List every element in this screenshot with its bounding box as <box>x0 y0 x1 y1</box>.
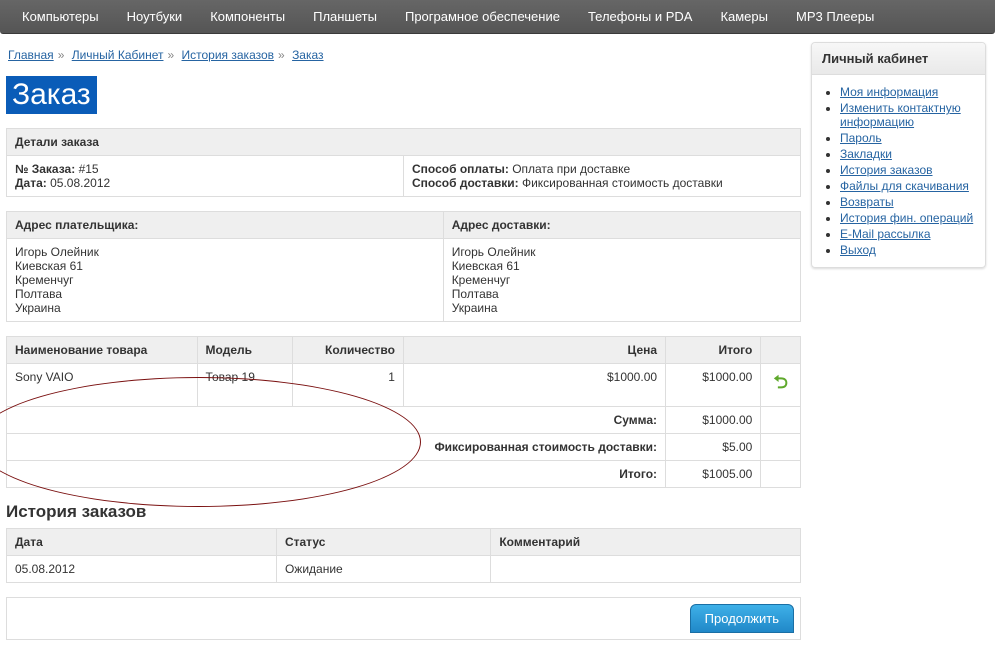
main-content: Главная» Личный Кабинет» История заказов… <box>6 42 801 640</box>
grand-value: $1005.00 <box>666 461 761 488</box>
ship-value: $5.00 <box>666 434 761 461</box>
sidebox-header: Личный кабинет <box>812 43 985 75</box>
side-link-transactions[interactable]: История фин. операций <box>840 211 973 225</box>
side-link-bookmarks[interactable]: Закладки <box>840 147 892 161</box>
ship-header: Адрес доставки: <box>443 212 800 239</box>
payer-header: Адрес плательщика: <box>7 212 444 239</box>
crumb-order[interactable]: Заказ <box>292 48 323 62</box>
subtotal-value: $1000.00 <box>666 407 761 434</box>
nav-item-phones[interactable]: Телефоны и PDA <box>574 0 707 34</box>
details-right: Способ оплаты: Оплата при доставке Спосо… <box>404 156 801 197</box>
side-link-orders[interactable]: История заказов <box>840 163 933 177</box>
col-qty: Количество <box>292 337 403 364</box>
top-nav: Компьютеры Ноутбуки Компоненты Планшеты … <box>0 0 995 34</box>
side-link-returns[interactable]: Возвраты <box>840 195 894 209</box>
address-table: Адрес плательщика: Адрес доставки: Игорь… <box>6 211 801 322</box>
hcol-comment: Комментарий <box>491 529 801 556</box>
table-row: 05.08.2012 Ожидание <box>7 556 801 583</box>
cell-qty: 1 <box>292 364 403 407</box>
table-row: Sony VAIO Товар 19 1 $1000.00 $1000.00 ⮌ <box>7 364 801 407</box>
nav-item-cameras[interactable]: Камеры <box>706 0 782 34</box>
col-model: Модель <box>197 337 292 364</box>
cell-total: $1000.00 <box>666 364 761 407</box>
nav-item-computers[interactable]: Компьютеры <box>8 0 113 34</box>
cell-price: $1000.00 <box>403 364 665 407</box>
payer-address: Игорь Олейник Киевская 61 Кременчуг Полт… <box>7 239 444 322</box>
history-header: История заказов <box>6 502 801 522</box>
return-icon[interactable]: ⮌ <box>773 370 787 400</box>
grand-label: Итого: <box>619 467 657 481</box>
order-details-table: Детали заказа № Заказа: #15 Дата: 05.08.… <box>6 128 801 197</box>
col-price: Цена <box>403 337 665 364</box>
details-header: Детали заказа <box>7 129 801 156</box>
hcol-date: Дата <box>7 529 277 556</box>
details-left: № Заказа: #15 Дата: 05.08.2012 <box>7 156 404 197</box>
crumb-home[interactable]: Главная <box>8 48 54 62</box>
crumb-account[interactable]: Личный Кабинет <box>72 48 164 62</box>
account-box: Личный кабинет Моя информация Изменить к… <box>811 42 986 268</box>
hcol-status: Статус <box>276 529 490 556</box>
side-link-password[interactable]: Пароль <box>840 131 882 145</box>
side-link-contact[interactable]: Изменить контактную информацию <box>840 101 961 129</box>
side-link-downloads[interactable]: Файлы для скачивания <box>840 179 969 193</box>
page-title: Заказ <box>6 76 97 114</box>
nav-item-tablets[interactable]: Планшеты <box>299 0 391 34</box>
hcell-status: Ожидание <box>276 556 490 583</box>
history-table: Дата Статус Комментарий 05.08.2012 Ожида… <box>6 528 801 583</box>
col-name: Наименование товара <box>7 337 198 364</box>
col-total: Итого <box>666 337 761 364</box>
hcell-date: 05.08.2012 <box>7 556 277 583</box>
cell-name: Sony VAIO <box>7 364 198 407</box>
side-link-logout[interactable]: Выход <box>840 243 876 257</box>
ship-label: Фиксированная стоимость доставки: <box>434 440 657 454</box>
side-link-info[interactable]: Моя информация <box>840 85 938 99</box>
crumb-history[interactable]: История заказов <box>182 48 275 62</box>
items-table: Наименование товара Модель Количество Це… <box>6 336 801 488</box>
continue-button[interactable]: Продолжить <box>690 604 794 633</box>
nav-item-laptops[interactable]: Ноутбуки <box>113 0 197 34</box>
ship-address: Игорь Олейник Киевская 61 Кременчуг Полт… <box>443 239 800 322</box>
cell-model: Товар 19 <box>197 364 292 407</box>
breadcrumb: Главная» Личный Кабинет» История заказов… <box>8 48 801 62</box>
subtotal-label: Сумма: <box>614 413 657 427</box>
nav-item-components[interactable]: Компоненты <box>196 0 299 34</box>
nav-item-mp3[interactable]: MP3 Плееры <box>782 0 888 34</box>
sidebar: Личный кабинет Моя информация Изменить к… <box>811 42 986 640</box>
nav-item-software[interactable]: Програмное обеспечение <box>391 0 574 34</box>
hcell-comment <box>491 556 801 583</box>
side-link-newsletter[interactable]: E-Mail рассылка <box>840 227 931 241</box>
